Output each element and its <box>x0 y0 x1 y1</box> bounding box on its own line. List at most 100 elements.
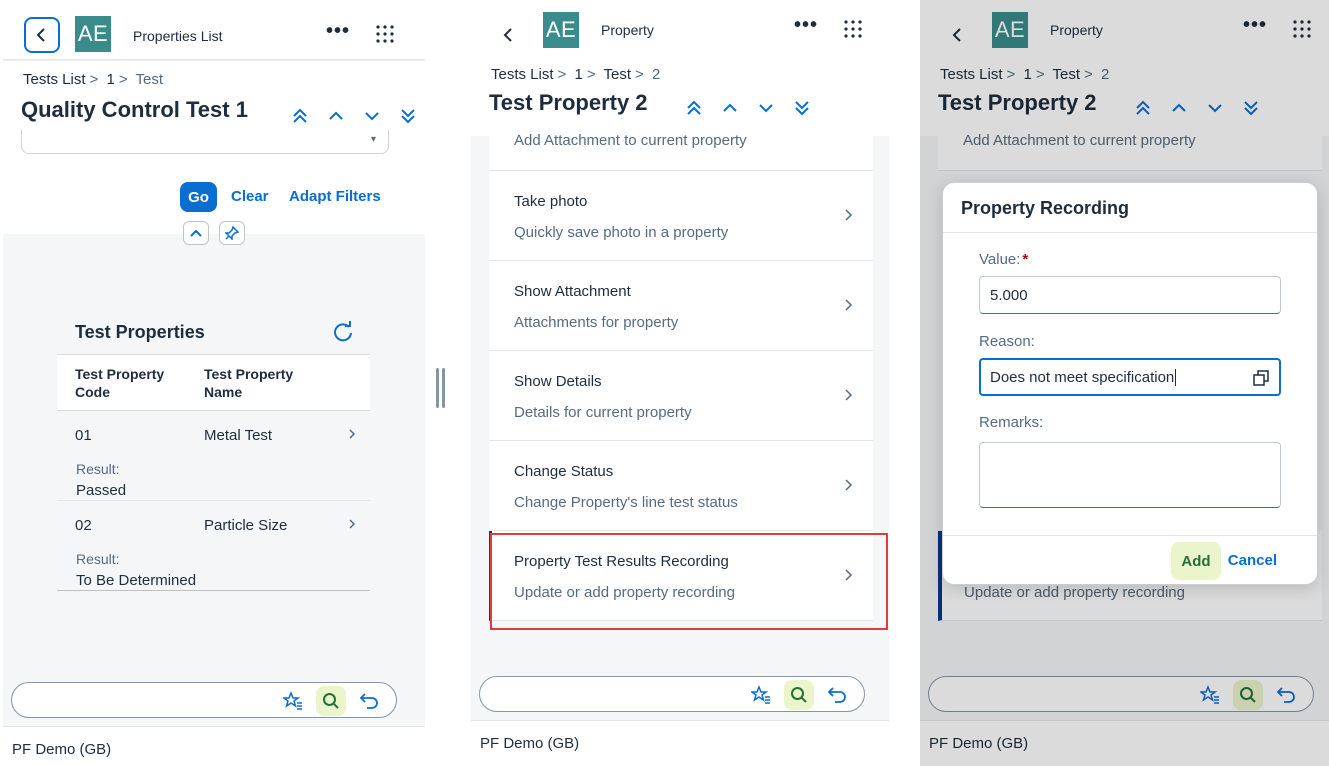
remarks-label: Remarks: <box>979 414 1044 431</box>
property-recording-dialog: Property Recording Value: * 5.000 Reason:… <box>942 182 1318 585</box>
action-item-change-status[interactable]: Change Status Change Property's line tes… <box>489 441 873 531</box>
action-subtitle: Add Attachment to current property <box>514 132 747 149</box>
breadcrumb-link[interactable]: 1 <box>106 71 114 88</box>
row-name: Particle Size <box>204 517 288 534</box>
row-result-label: Result: <box>76 551 120 567</box>
chevron-left-icon <box>503 28 512 42</box>
reason-input[interactable]: Does not meet specification <box>979 358 1281 396</box>
row-name: Metal Test <box>204 427 273 444</box>
shell-header: AE Property ••• <box>471 0 889 60</box>
search-icon[interactable] <box>316 686 346 716</box>
shell-search-bar[interactable] <box>11 682 397 718</box>
app-logo: AE <box>75 16 111 52</box>
table-title: Test Properties <box>75 322 205 342</box>
dialog-title: Property Recording <box>961 198 1130 218</box>
navigation-arrows <box>685 99 811 117</box>
action-item-show-details[interactable]: Show Details Details for current propert… <box>489 351 873 441</box>
undo-icon[interactable] <box>822 680 852 710</box>
value-input[interactable]: 5.000 <box>979 276 1281 314</box>
breadcrumb-current: 2 <box>651 66 661 83</box>
clear-button[interactable]: Clear <box>231 188 269 205</box>
chevron-right-icon <box>845 479 853 491</box>
split-resize-handle[interactable] <box>435 368 445 408</box>
navigation-arrows <box>291 107 417 125</box>
back-button[interactable] <box>491 17 527 53</box>
table-header-row: Test Property Code Test Property Name <box>57 355 370 410</box>
object-header: Tests List > 1 > Test > 2 Test Property 2 <box>471 58 889 136</box>
action-item-add-attachment[interactable]: Add Attachment to current property <box>489 132 873 171</box>
action-subtitle: Attachments for property <box>514 314 679 331</box>
row-code: 02 <box>75 517 92 534</box>
action-item-take-photo[interactable]: Take photo Quickly save photo in a prope… <box>489 171 873 261</box>
more-options-icon[interactable]: ••• <box>326 21 350 41</box>
undo-icon[interactable] <box>354 686 384 716</box>
chevron-right-icon <box>845 209 853 221</box>
adapt-filters-button[interactable]: Adapt Filters <box>289 188 381 205</box>
add-button[interactable]: Add <box>1171 542 1221 580</box>
pin-icon <box>225 226 239 240</box>
action-subtitle: Change Property's line test status <box>514 494 738 511</box>
app-grid-icon[interactable] <box>376 25 394 43</box>
breadcrumb: Tests List > 1 > Test > 2 <box>491 66 661 83</box>
column-header-name: Test Property Name <box>204 366 294 400</box>
breadcrumb-link[interactable]: Test <box>603 66 631 83</box>
star-list-icon[interactable] <box>746 680 776 710</box>
property-actions-screen: AE Property ••• Tests List > 1 > Test > 2 T… <box>471 0 889 766</box>
chevron-right-icon <box>845 299 853 311</box>
breadcrumb-link[interactable]: Tests List <box>491 66 554 83</box>
highlight-box <box>490 533 888 630</box>
page-title: Quality Control Test 1 <box>21 97 248 122</box>
object-header: Tests List > 1 > Test Quality Control Test… <box>3 61 425 245</box>
double-chevron-up-icon[interactable] <box>685 99 703 117</box>
shell-title: Properties List <box>133 28 223 44</box>
action-subtitle: Quickly save photo in a property <box>514 224 729 241</box>
table-row[interactable]: 01 Metal Test Result: Passed <box>57 411 370 500</box>
chevron-down-icon[interactable] <box>363 107 381 125</box>
action-item-show-attachment[interactable]: Show Attachment Attachments for property <box>489 261 873 351</box>
action-title: Show Details <box>514 373 602 390</box>
cancel-button[interactable]: Cancel <box>1228 552 1277 569</box>
action-title: Take photo <box>514 193 588 210</box>
breadcrumb-link[interactable]: 1 <box>574 66 582 83</box>
shell-bar-icons <box>278 686 384 716</box>
row-result-label: Result: <box>76 461 120 477</box>
double-chevron-down-icon[interactable] <box>793 99 811 117</box>
go-button[interactable]: Go <box>180 182 217 212</box>
table-row[interactable]: 02 Particle Size Result: To Be Determine… <box>57 501 370 590</box>
more-options-icon[interactable]: ••• <box>794 15 818 35</box>
chevron-down-icon[interactable] <box>757 99 775 117</box>
collapse-header-button[interactable] <box>183 221 209 245</box>
action-title: Show Attachment <box>514 283 631 300</box>
app-logo: AE <box>543 12 579 48</box>
property-recording-screen: AE Property ••• Tests List > 1 > Test > 2 T… <box>920 0 1329 766</box>
breadcrumb-link[interactable]: Tests List <box>23 71 86 88</box>
chevron-right-icon <box>349 429 356 439</box>
app-grid-icon[interactable] <box>844 20 862 38</box>
back-button[interactable] <box>24 17 60 53</box>
value-help-icon[interactable] <box>1253 370 1269 386</box>
chevron-up-icon[interactable] <box>721 99 739 117</box>
pin-header-button[interactable] <box>219 221 245 245</box>
required-marker: * <box>1022 251 1029 268</box>
double-chevron-down-icon[interactable] <box>399 107 417 125</box>
action-title: Change Status <box>514 463 614 480</box>
chevron-left-icon <box>36 28 45 42</box>
star-list-icon[interactable] <box>278 686 308 716</box>
reason-label: Reason: <box>979 333 1035 350</box>
test-properties-table: Test Properties Test Property Code Test … <box>57 306 370 591</box>
chevron-right-icon <box>845 389 853 401</box>
dropdown-icon: ▾ <box>370 134 376 145</box>
row-result: To Be Determined <box>76 572 197 589</box>
breadcrumb-current: Test <box>135 71 163 88</box>
remarks-textarea[interactable] <box>979 442 1281 508</box>
reason-value: Does not meet specification <box>990 369 1175 386</box>
page-title: Test Property 2 <box>489 90 648 115</box>
double-chevron-up-icon[interactable] <box>291 107 309 125</box>
filter-field[interactable]: ▾ <box>21 130 389 154</box>
shell-search-bar[interactable] <box>479 676 865 712</box>
search-icon[interactable] <box>784 680 814 710</box>
refresh-icon[interactable] <box>332 321 354 343</box>
chevron-up-icon <box>190 229 202 237</box>
action-subtitle: Details for current property <box>514 404 692 421</box>
chevron-up-icon[interactable] <box>327 107 345 125</box>
